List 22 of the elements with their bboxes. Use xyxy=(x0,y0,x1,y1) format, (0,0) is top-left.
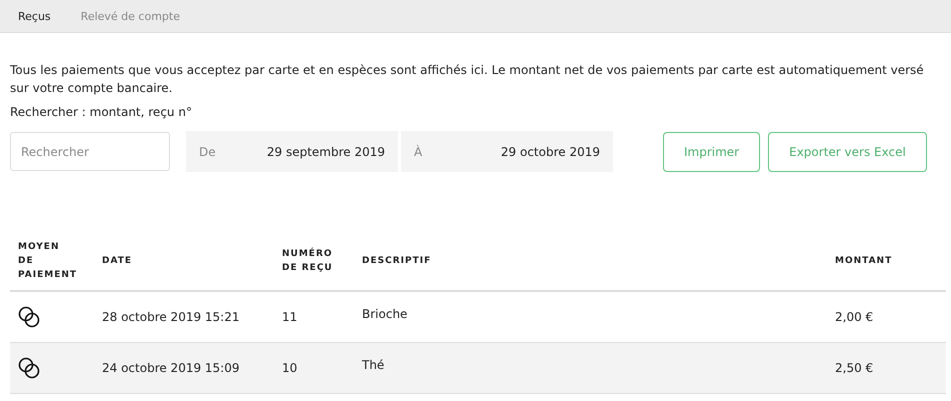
table-cell-text: 2,50 € xyxy=(835,361,874,375)
column-header: DATE xyxy=(102,255,134,268)
table-cell-text: 2,00 € xyxy=(835,310,874,324)
table-cell-text: 28 octobre 2019 15:21 xyxy=(102,310,240,324)
coins-icon xyxy=(18,357,40,379)
search-label: Rechercher : montant, reçu n° xyxy=(10,105,193,119)
table-row[interactable]: 24 octobre 2019 15:09 10 Thé 2,50 € xyxy=(10,343,946,394)
search-field[interactable]: Rechercher xyxy=(10,132,170,171)
table-cell-text: Thé xyxy=(362,358,386,372)
column-header: NUMÉRO DE REÇU xyxy=(282,247,334,275)
column-header: DESCRIPTIF xyxy=(362,255,432,268)
table-cell-text: 24 octobre 2019 15:09 xyxy=(102,361,240,375)
date-from-field[interactable]: De 29 septembre 2019 xyxy=(186,131,398,172)
column-header: MONTANT xyxy=(835,255,894,268)
date-to-field[interactable]: À 29 octobre 2019 xyxy=(401,131,613,172)
table-cell-text: Brioche xyxy=(362,307,408,321)
tab[interactable]: Reçus xyxy=(18,10,51,22)
coins-icon xyxy=(18,306,40,328)
table-cell-text: 10 xyxy=(282,361,298,375)
intro-text: Tous les paiements que vous acceptez par carte et en espèces sont affichés ici. Le montant net de vos paiements par carte est automatiquement versé sur votre compte bancaire. xyxy=(10,62,925,97)
table-cell-text: 11 xyxy=(282,310,298,324)
column-header: MOYEN DE PAIEMENT xyxy=(18,241,78,282)
